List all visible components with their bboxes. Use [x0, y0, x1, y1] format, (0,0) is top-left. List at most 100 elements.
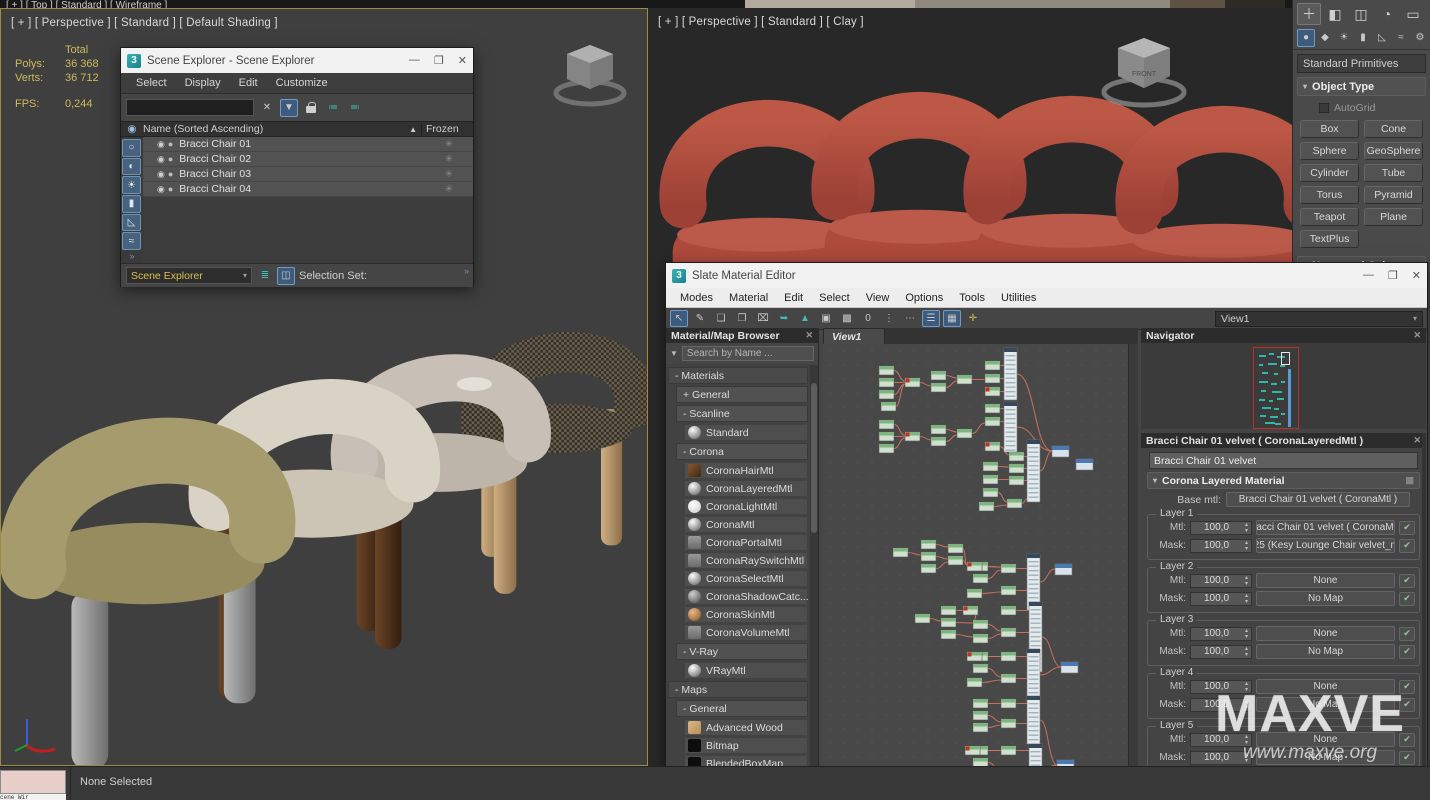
maxscript-listener-line[interactable]: cene Wir — [0, 794, 66, 800]
amount-spinner[interactable]: 100,0▴▾ — [1190, 539, 1252, 553]
find-icon[interactable]: ◫ — [277, 267, 295, 285]
explorer-preset-dropdown[interactable]: Scene Explorer▾ — [126, 267, 252, 284]
close-icon[interactable]: ✕ — [458, 54, 467, 67]
box-button[interactable]: Box — [1300, 120, 1359, 138]
menu-edit[interactable]: Edit — [232, 75, 265, 91]
browser-item[interactable]: CoronaVolumeMtl — [684, 624, 808, 641]
minimize-icon[interactable]: — — [409, 54, 420, 67]
expand-children-icon[interactable]: ≔ — [324, 99, 342, 117]
spacewarps-category[interactable]: ≈ — [1392, 29, 1410, 47]
enable-checkbox[interactable]: ✔ — [1399, 698, 1415, 712]
amount-spinner[interactable]: 100,0▴▾ — [1190, 521, 1252, 535]
node-graph-canvas[interactable] — [823, 344, 1128, 800]
enable-checkbox[interactable]: ✔ — [1399, 592, 1415, 606]
sort-ascending-icon[interactable]: ▲ — [409, 125, 421, 134]
cameras-filter-icon[interactable]: ▮ — [122, 195, 141, 213]
browser-item[interactable]: CoronaHairMtl — [684, 462, 808, 479]
object-name[interactable]: Bracci Chair 04 — [179, 183, 251, 195]
browser-search-input[interactable]: Search by Name ... — [682, 346, 814, 361]
layout-children-icon[interactable]: ⋮ — [880, 310, 898, 327]
menu-utilities[interactable]: Utilities — [995, 290, 1042, 306]
viewcube-front[interactable]: FRONT — [1096, 30, 1192, 116]
enable-checkbox[interactable]: ✔ — [1399, 574, 1415, 588]
minimize-icon[interactable]: — — [1363, 269, 1374, 282]
pyramid-button[interactable]: Pyramid — [1364, 186, 1423, 204]
menu-tools[interactable]: Tools — [953, 290, 991, 306]
scene-object-row[interactable]: ◉● Bracci Chair 03 ✳ — [143, 167, 473, 182]
render-dot-icon[interactable]: ● — [168, 139, 173, 149]
layout-all-icon[interactable]: ⋯ — [901, 310, 919, 327]
lights-filter-icon[interactable]: ☀ — [122, 176, 141, 194]
amount-spinner[interactable]: 100,0▴▾ — [1190, 592, 1252, 606]
menu-display[interactable]: Display — [178, 75, 228, 91]
close-panel-icon[interactable]: ✕ — [1413, 435, 1421, 446]
menu-options[interactable]: Options — [899, 290, 949, 306]
object-name[interactable]: Bracci Chair 03 — [179, 168, 251, 180]
browser-group[interactable]: - General — [676, 700, 808, 717]
frozen-snowflake-icon[interactable]: ✳ — [425, 184, 473, 195]
textplus-button[interactable]: TextPlus — [1300, 230, 1359, 248]
lights-category[interactable]: ☀ — [1335, 29, 1353, 47]
shapes-category[interactable]: ◆ — [1316, 29, 1334, 47]
slot-button[interactable]: Bracci Chair 01 velvet ( CoronaMtl ) — [1256, 520, 1395, 535]
slot-button[interactable]: No Map — [1256, 644, 1395, 659]
geometry-filter-icon[interactable]: ◐ — [122, 158, 141, 176]
cameras-category[interactable]: ▮ — [1354, 29, 1372, 47]
visibility-eye-icon[interactable]: ◉ — [157, 154, 165, 165]
clear-search-icon[interactable]: ✕ — [258, 99, 276, 117]
browser-item[interactable]: Bitmap — [684, 737, 808, 754]
base-mtl-button[interactable]: Bracci Chair 01 velvet ( CoronaMtl ) — [1226, 492, 1410, 507]
browser-group[interactable]: - Maps — [668, 681, 808, 698]
navigator-minimap[interactable] — [1141, 343, 1426, 429]
browser-item[interactable]: CoronaPortalMtl — [684, 534, 808, 551]
helpers-filter-icon[interactable]: ◺ — [122, 214, 141, 232]
menu-select[interactable]: Select — [813, 290, 856, 306]
close-panel-icon[interactable]: ✕ — [805, 330, 813, 341]
browser-item[interactable]: CoronaLightMtl — [684, 498, 808, 515]
enable-checkbox[interactable]: ✔ — [1399, 521, 1415, 535]
frozen-snowflake-icon[interactable]: ✳ — [425, 169, 473, 180]
slate-titlebar[interactable]: 3 Slate Material Editor — ❐ ✕ — [666, 263, 1427, 288]
display-tab[interactable]: ▭ — [1401, 3, 1425, 25]
maximize-icon[interactable]: ❐ — [434, 54, 444, 67]
browser-item[interactable]: Advanced Wood — [684, 719, 808, 736]
collapse-children-icon[interactable]: ≕ — [346, 99, 364, 117]
object-name[interactable]: Bracci Chair 01 — [179, 138, 251, 150]
material-name-input[interactable]: Bracci Chair 01 velvet — [1149, 452, 1418, 469]
pan-tool-icon[interactable]: ✛ — [964, 310, 982, 327]
spacewarps-filter-icon[interactable]: ≈ — [122, 232, 141, 250]
modify-tab[interactable]: ◧ — [1323, 3, 1347, 25]
hierarchy-tab[interactable]: ◫ — [1349, 3, 1373, 25]
browser-item[interactable]: CoronaLayeredMtl — [684, 480, 808, 497]
menu-edit[interactable]: Edit — [778, 290, 809, 306]
visibility-eye-icon[interactable]: ◉ — [157, 184, 165, 195]
plane-button[interactable]: Plane — [1364, 208, 1423, 226]
parameters-header[interactable]: Bracci Chair 01 velvet ( CoronaLayeredMt… — [1141, 433, 1426, 448]
amount-spinner[interactable]: 100,0▴▾ — [1190, 627, 1252, 641]
show-numbers-icon[interactable]: 0 — [859, 310, 877, 327]
get-material-icon[interactable]: ❐ — [733, 310, 751, 327]
browser-group[interactable]: - Scanline — [676, 405, 808, 422]
systems-category[interactable]: ⚙ — [1411, 29, 1429, 47]
browser-item[interactable]: CoronaShadowCatc... — [684, 588, 808, 605]
enable-checkbox[interactable]: ✔ — [1399, 539, 1415, 553]
render-dot-icon[interactable]: ● — [168, 169, 173, 179]
move-children-icon[interactable]: ➥ — [775, 310, 793, 327]
helpers-category[interactable]: ◺ — [1373, 29, 1391, 47]
menu-material[interactable]: Material — [723, 290, 774, 306]
delete-selected-icon[interactable]: ⌧ — [754, 310, 772, 327]
filter-funnel-icon[interactable]: ▼ — [280, 99, 298, 117]
maximize-icon[interactable]: ❐ — [1388, 269, 1398, 282]
slot-button[interactable]: No Map — [1256, 591, 1395, 606]
visibility-eye-icon[interactable]: ◉ — [157, 169, 165, 180]
pick-material-icon[interactable]: ✎ — [691, 310, 709, 327]
put-material-icon[interactable]: ❏ — [712, 310, 730, 327]
amount-spinner[interactable]: 100,0▴▾ — [1190, 645, 1252, 659]
slot-button[interactable]: p #25 (Kesy Lounge Chair velvet_mix.j — [1256, 538, 1395, 553]
slot-button[interactable]: None — [1256, 732, 1395, 747]
browser-item[interactable]: CoronaRaySwitchMtl — [684, 552, 808, 569]
show-background-icon[interactable]: ▩ — [838, 310, 856, 327]
browser-item[interactable]: CoronaSkinMtl — [684, 606, 808, 623]
amount-spinner[interactable]: 100,0▴▾ — [1190, 698, 1252, 712]
render-dot-icon[interactable]: ● — [168, 154, 173, 164]
